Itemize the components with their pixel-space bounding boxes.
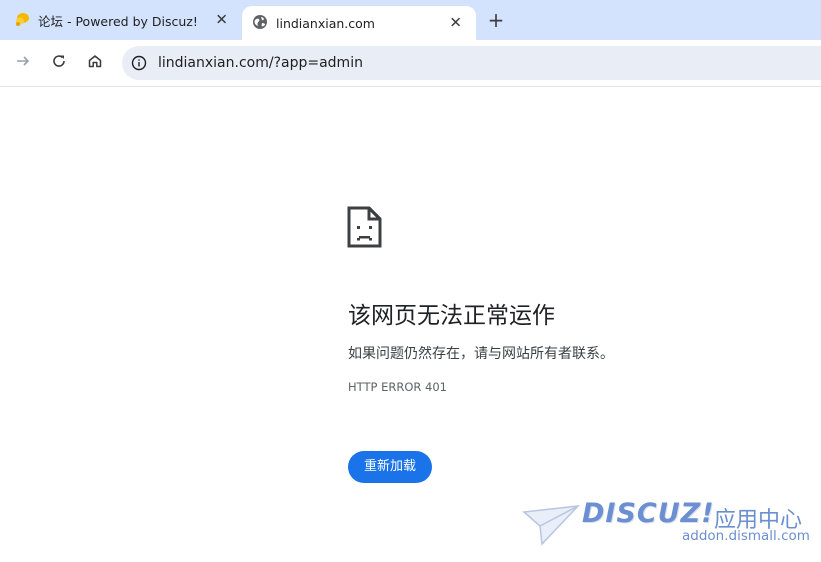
tab-title: 论坛 - Powered by Discuz! xyxy=(38,13,198,29)
tab-forum[interactable]: 论坛 - Powered by Discuz! ✕ xyxy=(0,0,242,40)
globe-icon xyxy=(252,14,268,33)
home-button[interactable] xyxy=(83,51,107,75)
error-description: 如果问题仍然存在，请与网站所有者联系。 xyxy=(348,346,614,362)
new-tab-button[interactable]: + xyxy=(484,8,508,32)
site-info-icon[interactable] xyxy=(130,54,148,72)
home-icon xyxy=(87,53,103,73)
tab-title: lindianxian.com xyxy=(276,15,375,31)
discuz-watermark: DISCUZ! 应用中心 addon.dismall.com xyxy=(522,498,812,554)
forward-button[interactable] xyxy=(11,51,35,75)
discuz-favicon-icon xyxy=(14,11,30,30)
reload-icon xyxy=(51,53,67,73)
tab-strip: 论坛 - Powered by Discuz! ✕ lindianxian.co… xyxy=(0,0,821,40)
error-code: HTTP ERROR 401 xyxy=(348,380,447,394)
reload-page-button[interactable]: 重新加载 xyxy=(348,451,432,483)
error-title: 该网页无法正常运作 xyxy=(348,303,555,329)
paper-plane-icon xyxy=(522,502,580,550)
browser-toolbar: lindianxian.com/?app=admin xyxy=(0,40,821,87)
watermark-brand: DISCUZ! xyxy=(582,498,715,529)
url-text[interactable]: lindianxian.com/?app=admin xyxy=(158,55,363,71)
tab-lindianxian[interactable]: lindianxian.com ✕ xyxy=(242,6,476,40)
reload-button[interactable] xyxy=(47,51,71,75)
sad-page-icon xyxy=(347,206,383,248)
watermark-domain: addon.dismall.com xyxy=(682,528,810,544)
address-bar[interactable]: lindianxian.com/?app=admin xyxy=(122,46,821,80)
plus-icon: + xyxy=(487,8,505,32)
close-icon[interactable]: ✕ xyxy=(215,12,228,28)
close-icon[interactable]: ✕ xyxy=(449,15,462,31)
arrow-right-icon xyxy=(15,53,31,73)
